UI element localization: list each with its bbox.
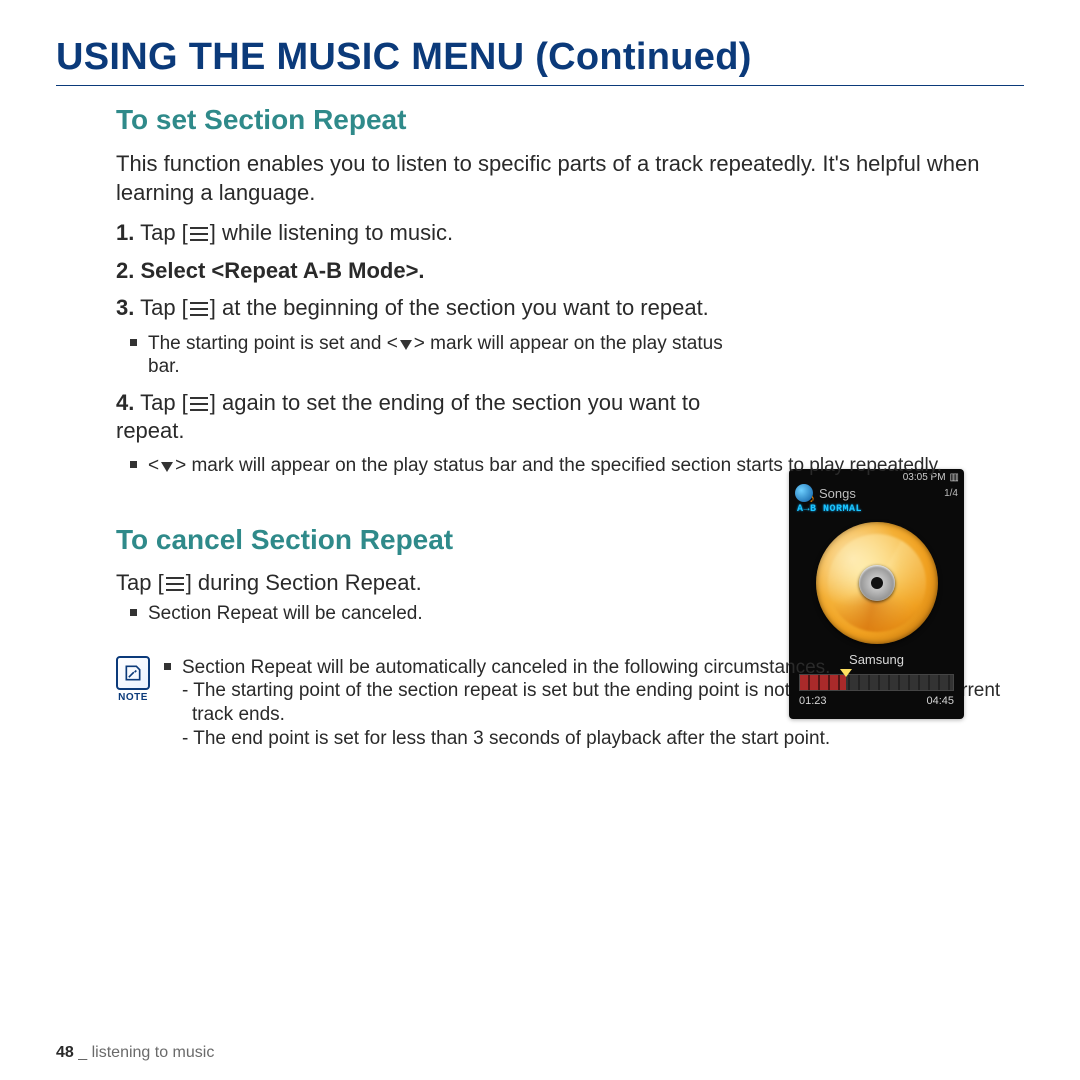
subheading-set-repeat: To set Section Repeat: [116, 104, 1024, 136]
cancel-pre: Tap [: [116, 570, 164, 595]
device-header-title: Songs: [819, 486, 856, 501]
step2-text: Select <Repeat A-B Mode>.: [140, 258, 424, 283]
menu-icon: [190, 302, 208, 316]
menu-icon: [190, 397, 208, 411]
note-dash-2: - The end point is set for less than 3 s…: [174, 727, 1024, 751]
step-1: 1. Tap [] while listening to music.: [116, 219, 756, 247]
step4-note-post: > mark will appear on the play status ba…: [175, 455, 942, 476]
note-lead: Section Repeat will be automatically can…: [164, 656, 1024, 680]
step1-post: ] while listening to music.: [210, 220, 453, 245]
album-disc: [816, 522, 938, 644]
intro-text: This function enables you to listen to s…: [116, 150, 1024, 207]
device-screenshot: 03:05 PM▥ Songs 1/4 A→B NORMAL Samsung: [789, 469, 964, 719]
page-number: 48: [56, 1044, 74, 1061]
marker-down-icon: [161, 462, 173, 472]
step-4-note: < > mark will appear on the play status b…: [116, 454, 1008, 478]
note-label: NOTE: [116, 692, 150, 703]
footer-section: listening to music: [92, 1044, 215, 1061]
music-app-icon: [795, 484, 813, 502]
step3-note-pre: The starting point is set and <: [148, 333, 398, 354]
step4-note-pre: <: [148, 455, 159, 476]
footer-separator: _: [78, 1044, 87, 1061]
step3-pre: Tap [: [140, 295, 188, 320]
note-icon: [116, 656, 150, 690]
cancel-result: Section Repeat will be canceled.: [116, 602, 978, 626]
step1-pre: Tap [: [140, 220, 188, 245]
step4-pre: Tap [: [140, 390, 188, 415]
title-rule: [56, 85, 1024, 86]
device-mode-text: A→B NORMAL: [789, 504, 964, 517]
cancel-post: ] during Section Repeat.: [186, 570, 422, 595]
marker-down-icon: [400, 340, 412, 350]
page-footer: 48 _ listening to music: [56, 1044, 214, 1062]
menu-icon: [166, 577, 184, 591]
step-3-note: The starting point is set and <> mark wi…: [116, 332, 756, 380]
step-3: 3. Tap [] at the beginning of the sectio…: [116, 294, 756, 322]
step-4: 4. Tap [] again to set the ending of the…: [116, 389, 756, 444]
device-track-count: 1/4: [944, 488, 958, 499]
step3-post: ] at the beginning of the section you wa…: [210, 295, 709, 320]
menu-icon: [190, 227, 208, 241]
page-title: USING THE MUSIC MENU (Continued): [56, 36, 1024, 79]
step-2: 2. Select <Repeat A-B Mode>.: [116, 257, 756, 285]
device-time-elapsed: 01:23: [799, 695, 827, 707]
device-time-total: 04:45: [926, 695, 954, 707]
